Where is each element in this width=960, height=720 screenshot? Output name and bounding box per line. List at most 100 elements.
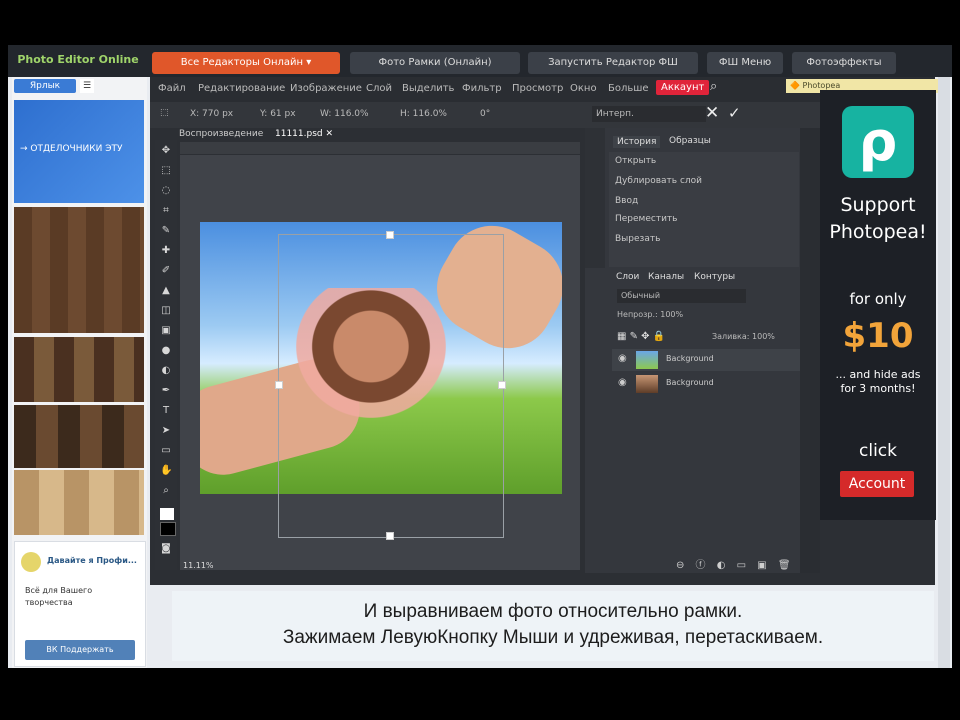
cancel-icon[interactable]: ✕ xyxy=(705,103,719,123)
thumbnail-wood-1[interactable] xyxy=(14,207,144,333)
tab-preview[interactable]: Воспроизведение xyxy=(179,129,263,139)
site-logo[interactable]: Photo Editor Online xyxy=(14,48,142,72)
ad-line-2: Photopea! xyxy=(829,221,927,243)
thumbnail-wood-2[interactable] xyxy=(14,337,144,402)
eye-icon[interactable]: ◉ xyxy=(618,353,627,364)
background-color-swatch[interactable] xyxy=(160,522,176,536)
option-w[interactable]: W: 116.0% xyxy=(320,109,369,119)
photopea-ad[interactable]: ρ Support Photopea! for only $10 ... and… xyxy=(820,90,936,520)
history-item[interactable]: Вырезать xyxy=(615,234,660,244)
launch-editor-button[interactable]: Запустить Редактор ФШ xyxy=(528,52,698,74)
move-tool-icon[interactable]: ✥ xyxy=(160,146,172,156)
ad-price: $10 xyxy=(842,316,914,356)
eyedropper-icon[interactable]: ✎ xyxy=(160,226,172,236)
foreground-color-swatch[interactable] xyxy=(160,508,174,520)
ad-account-button[interactable]: Account xyxy=(840,471,914,497)
eraser-tool-icon[interactable]: ◫ xyxy=(160,306,172,316)
tab-layers[interactable]: Слои xyxy=(616,272,639,282)
photopea-logo-icon: ρ xyxy=(842,106,914,178)
search-icon[interactable]: ⌕ xyxy=(710,79,717,94)
transform-handle-left[interactable] xyxy=(275,381,283,389)
ad-for-only: for only xyxy=(849,290,907,308)
confirm-icon[interactable]: ✓ xyxy=(728,104,741,122)
tab-history[interactable]: История xyxy=(613,136,661,148)
transform-icon[interactable]: ⬚ xyxy=(160,108,169,118)
quick-mask-icon[interactable]: ◙ xyxy=(160,544,172,554)
layer-row[interactable]: ◉ Background xyxy=(612,349,800,371)
zoom-tool-icon[interactable]: ⌕ xyxy=(160,486,172,496)
all-editors-button[interactable]: Все Редакторы Онлайн ▾ xyxy=(152,52,340,74)
tab-paths[interactable]: Контуры xyxy=(694,272,735,282)
history-item[interactable]: Переместить xyxy=(615,214,677,224)
ad-sub-2: for 3 months! xyxy=(840,382,916,395)
menu-filter[interactable]: Фильтр xyxy=(462,83,502,94)
document-tabs: Воспроизведение 11111.psd ✕ xyxy=(175,128,585,142)
menu-layer[interactable]: Слой xyxy=(366,83,392,94)
menu-account[interactable]: Аккаунт xyxy=(656,80,710,95)
thumbnail-blue[interactable]: → ОТДЕЛОЧНИКИ ЭТУ xyxy=(14,100,144,203)
layer-name[interactable]: Background xyxy=(666,354,714,363)
vk-title[interactable]: Давайте я Профи... xyxy=(47,556,137,565)
menu-view[interactable]: Просмотр xyxy=(512,83,563,94)
vk-support-button[interactable]: ВК Поддержать xyxy=(25,640,135,660)
thumbnail-wood-3[interactable] xyxy=(14,405,144,468)
layer-actions-bar[interactable]: ⊖ ⓕ ◐ ▭ ▣ 🗑 xyxy=(676,556,795,571)
menu-file[interactable]: Файл xyxy=(158,83,186,94)
heal-tool-icon[interactable]: ✚ xyxy=(160,246,172,256)
blend-mode-select[interactable]: Обычный xyxy=(617,289,746,303)
tab-11111-psd[interactable]: 11111.psd ✕ xyxy=(275,129,333,139)
gradient-tool-icon[interactable]: ▣ xyxy=(160,326,172,336)
eye-icon[interactable]: ◉ xyxy=(618,377,627,388)
menu-edit[interactable]: Редактирование xyxy=(198,83,285,94)
layer-name[interactable]: Background xyxy=(666,378,714,387)
fill-field[interactable]: Заливка: 100% xyxy=(712,332,775,341)
dodge-tool-icon[interactable]: ◐ xyxy=(160,366,172,376)
tab-channels[interactable]: Каналы xyxy=(648,272,684,282)
path-select-icon[interactable]: ➤ xyxy=(160,426,172,436)
panel-icons-column xyxy=(585,128,605,268)
photo-effects-button[interactable]: Фотоэффекты xyxy=(792,52,896,74)
option-x[interactable]: Х: 770 px xyxy=(190,109,233,119)
lasso-tool-icon[interactable]: ◌ xyxy=(160,186,172,196)
blur-tool-icon[interactable]: ● xyxy=(160,346,172,356)
layer-row[interactable]: ◉ Background xyxy=(612,373,800,395)
ruler-horizontal xyxy=(180,142,580,154)
transform-box[interactable] xyxy=(278,234,504,538)
left-label-button[interactable]: Ярлык xyxy=(14,79,76,93)
lock-icons[interactable]: ▦ ✎ ✥ 🔒 xyxy=(617,331,665,342)
history-item[interactable]: Дублировать слой xyxy=(615,176,702,186)
brush-tool-icon[interactable]: ✐ xyxy=(160,266,172,276)
crop-tool-icon[interactable]: ⌗ xyxy=(160,206,172,216)
menu-window[interactable]: Окно xyxy=(570,83,597,94)
history-item[interactable]: Открыть xyxy=(615,156,656,166)
transform-handle-top[interactable] xyxy=(386,231,394,239)
pen-tool-icon[interactable]: ✒ xyxy=(160,386,172,396)
stamp-tool-icon[interactable]: ▲ xyxy=(160,286,172,296)
text-tool-icon[interactable]: T xyxy=(160,406,172,416)
transform-handle-bottom[interactable] xyxy=(386,532,394,540)
option-y[interactable]: Y: 61 px xyxy=(260,109,296,119)
hand-tool-icon[interactable]: ✋ xyxy=(160,466,172,476)
menu-image[interactable]: Изображение xyxy=(290,83,362,94)
thumbnail-wood-4[interactable] xyxy=(14,470,144,535)
menu-select[interactable]: Выделить xyxy=(402,83,454,94)
caption-line-2: Зажимаем ЛевуюКнопку Мыши и удреживая, п… xyxy=(282,627,824,648)
marquee-tool-icon[interactable]: ⬚ xyxy=(160,166,172,176)
page-scrollbar[interactable] xyxy=(938,77,950,668)
share-icon[interactable]: ☰ xyxy=(80,79,94,93)
interpolation-select[interactable]: Интерп. xyxy=(592,106,706,122)
menu-more[interactable]: Больше xyxy=(608,83,649,94)
options-bar: ⬚ Х: 770 px Y: 61 px W: 116.0% H: 116.0%… xyxy=(150,102,820,128)
history-item[interactable]: Ввод xyxy=(615,196,638,206)
layer-thumbnail xyxy=(636,351,658,369)
tab-swatches[interactable]: Образцы xyxy=(669,136,711,146)
transform-handle-right[interactable] xyxy=(498,381,506,389)
opacity-field[interactable]: Непрозр.: 100% xyxy=(617,310,683,319)
option-rotate[interactable]: 0° xyxy=(480,109,490,119)
vk-avatar xyxy=(21,552,41,572)
option-h[interactable]: H: 116.0% xyxy=(400,109,447,119)
ps-menu-button[interactable]: ФШ Меню xyxy=(707,52,783,74)
shape-tool-icon[interactable]: ▭ xyxy=(160,446,172,456)
layer-tabs: Слои Каналы Контуры xyxy=(612,271,800,285)
photo-frames-button[interactable]: Фото Рамки (Онлайн) xyxy=(350,52,520,74)
